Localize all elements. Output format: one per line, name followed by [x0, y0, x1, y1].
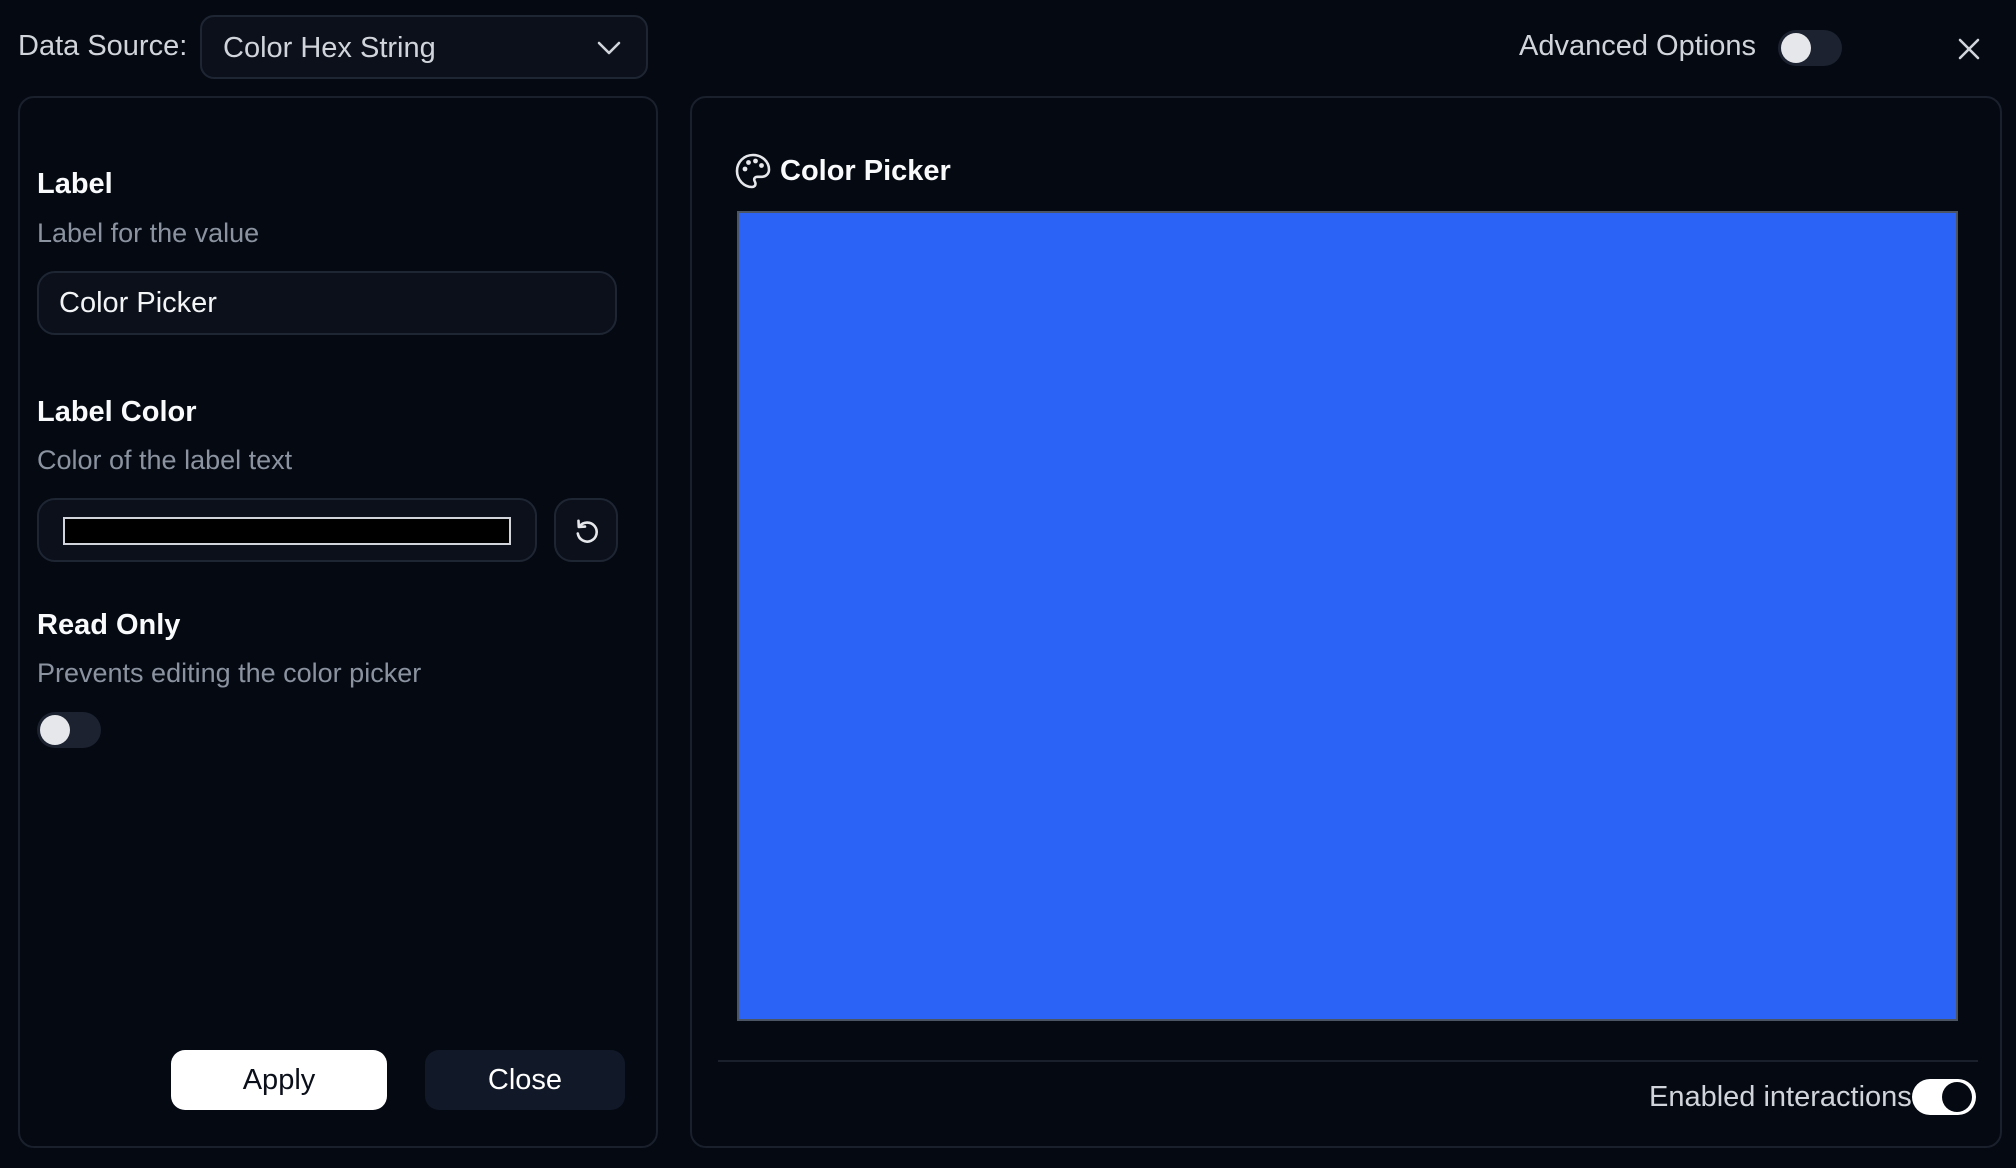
close-icon[interactable] [1955, 35, 1983, 63]
read-only-title: Read Only [37, 609, 181, 641]
advanced-options-toggle[interactable] [1778, 30, 1842, 66]
label-description: Label for the value [37, 218, 260, 248]
data-source-label: Data Source: [18, 30, 188, 62]
label-color-title: Label Color [37, 396, 197, 428]
toggle-knob [1942, 1082, 1972, 1112]
label-color-field[interactable] [37, 498, 537, 562]
toggle-knob [1781, 33, 1811, 63]
color-picker-preview[interactable] [737, 211, 1958, 1021]
advanced-options-label: Advanced Options [1519, 30, 1756, 62]
enabled-interactions-label: Enabled interactions [1649, 1081, 1912, 1113]
top-bar: Data Source: Color Hex String Advanced O… [0, 0, 2016, 96]
preview-title: Color Picker [780, 155, 951, 187]
label-color-description: Color of the label text [37, 445, 293, 475]
label-title: Label [37, 168, 113, 200]
palette-icon [735, 153, 771, 189]
chevron-down-icon [597, 41, 621, 55]
settings-panel: Label Label for the value Label Color Co… [18, 96, 658, 1148]
label-color-swatch[interactable] [63, 517, 511, 545]
enabled-interactions-toggle[interactable] [1912, 1079, 1976, 1115]
read-only-toggle[interactable] [37, 712, 101, 748]
label-input[interactable] [37, 271, 617, 335]
apply-button[interactable]: Apply [171, 1050, 387, 1110]
close-button[interactable]: Close [425, 1050, 625, 1110]
data-source-select[interactable]: Color Hex String [200, 15, 648, 79]
divider [718, 1060, 1978, 1062]
data-source-value: Color Hex String [223, 32, 436, 64]
reset-color-button[interactable] [554, 498, 618, 562]
preview-panel: Color Picker Enabled interactions [690, 96, 2002, 1148]
toggle-knob [40, 715, 70, 745]
read-only-description: Prevents editing the color picker [37, 658, 422, 688]
reset-icon [576, 519, 598, 543]
